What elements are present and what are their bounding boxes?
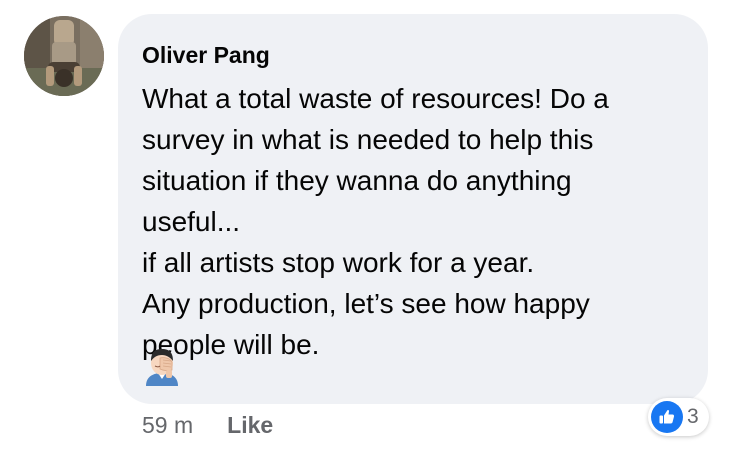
- comment-text-line: people will be.: [142, 329, 320, 360]
- avatar-photo: [24, 16, 104, 96]
- thumbs-up-glyph: [659, 410, 675, 424]
- comment-text-line: situation if they wanna do anything: [142, 165, 572, 196]
- comment-meta: 59 m Like: [142, 412, 273, 439]
- reaction-count: 3: [687, 405, 699, 428]
- comment-text-line: if all artists stop work for a year.: [142, 247, 535, 278]
- avatar[interactable]: [24, 16, 104, 96]
- like-button[interactable]: Like: [227, 412, 273, 439]
- reaction-summary[interactable]: 3: [648, 398, 709, 436]
- comment-text-line: useful...: [142, 206, 241, 237]
- comment-text-line: What a total waste of resources! Do a: [142, 83, 609, 114]
- comment-text-line: Any production, let’s see how happy: [142, 288, 590, 319]
- thumbs-up-icon: [651, 401, 683, 433]
- comment-author-name[interactable]: Oliver Pang: [142, 40, 684, 70]
- comment-bubble: Oliver Pang What a total waste of resour…: [118, 14, 708, 404]
- comment-text: What a total waste of resources! Do a su…: [142, 78, 684, 365]
- comment-text-line: survey in what is needed to help this: [142, 124, 594, 155]
- comment-timestamp[interactable]: 59 m: [142, 412, 193, 439]
- man-facepalming-emoji: [146, 349, 178, 386]
